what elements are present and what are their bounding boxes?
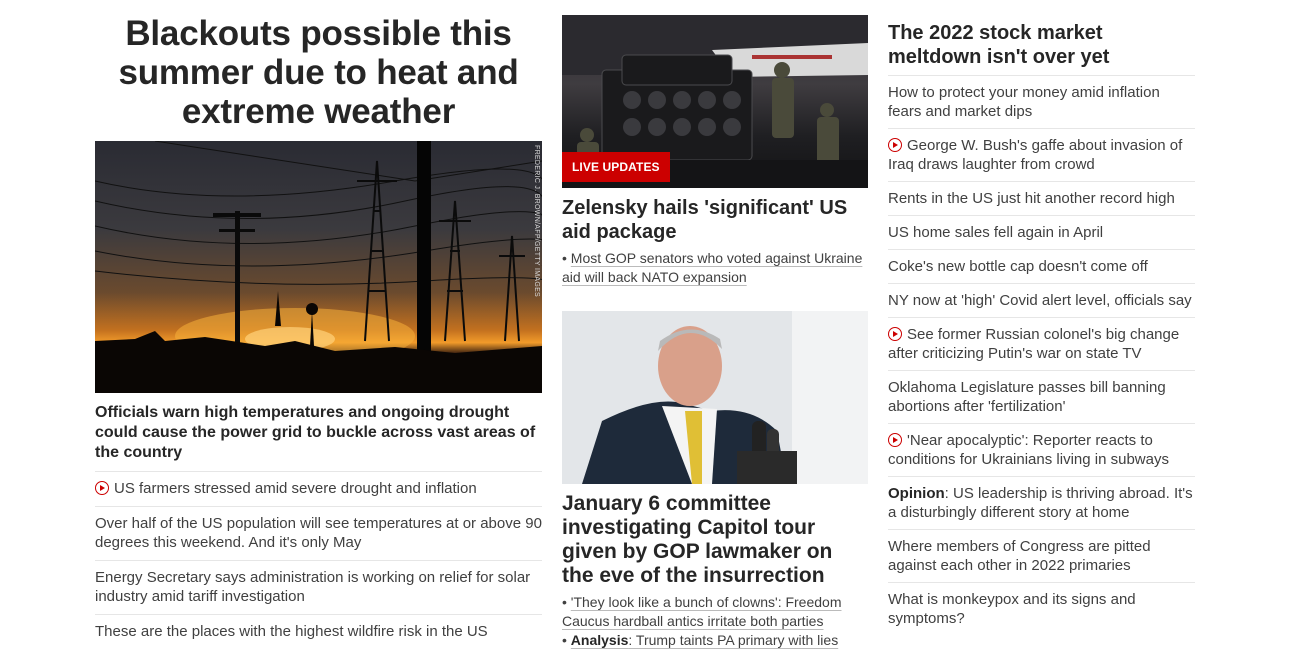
link-text[interactable]: Energy Secretary says administration is … — [95, 569, 530, 605]
play-circle-icon — [95, 481, 109, 495]
list-item[interactable]: George W. Bush's gaffe about invasion of… — [888, 128, 1195, 181]
link-text[interactable]: Where members of Congress are pitted aga… — [888, 538, 1151, 574]
lead-summary[interactable]: Officials warn high temperatures and ong… — [95, 403, 542, 463]
list-item[interactable]: Energy Secretary says administration is … — [95, 560, 542, 614]
link-text[interactable]: US home sales fell again in April — [888, 224, 1103, 241]
live-updates-badge[interactable]: LIVE UPDATES — [562, 152, 670, 182]
link-text[interactable]: How to protect your money amid inflation… — [888, 84, 1160, 120]
list-item[interactable]: Oklahoma Legislature passes bill banning… — [888, 370, 1195, 423]
link-text[interactable]: NY now at 'high' Covid alert level, offi… — [888, 292, 1192, 309]
lawmaker-image[interactable] — [562, 311, 868, 484]
list-item[interactable]: Rents in the US just hit another record … — [888, 181, 1195, 215]
secondary-stories-column: LIVE UPDATES Zelensky hails 'significant… — [562, 0, 868, 650]
story-bullet: • Most GOP senators who voted against Uk… — [562, 250, 863, 285]
analysis-label: Analysis — [570, 632, 629, 648]
list-item[interactable]: US farmers stressed amid severe drought … — [95, 471, 542, 506]
list-item[interactable]: Where members of Congress are pitted aga… — [888, 529, 1195, 582]
list-item[interactable]: Opinion: US leadership is thriving abroa… — [888, 476, 1195, 529]
list-item[interactable]: See former Russian colonel's big change … — [888, 317, 1195, 370]
main-headline[interactable]: Blackouts possible this summer due to he… — [95, 14, 542, 131]
play-circle-icon — [888, 327, 902, 341]
bullet-link[interactable]: Most GOP senators who voted against Ukra… — [562, 250, 862, 285]
main-story-column: Blackouts possible this summer due to he… — [95, 0, 542, 649]
link-text[interactable]: See former Russian colonel's big change … — [888, 326, 1179, 362]
link-text[interactable]: These are the places with the highest wi… — [95, 623, 488, 640]
link-text[interactable]: Coke's new bottle cap doesn't come off — [888, 258, 1148, 275]
story-bullet: • 'They look like a bunch of clowns': Fr… — [562, 594, 842, 629]
story-headline[interactable]: Zelensky hails 'significant' US aid pack… — [562, 196, 868, 244]
power-lines-sunset-image — [95, 141, 542, 393]
link-text[interactable]: Rents in the US just hit another record … — [888, 190, 1175, 207]
list-item[interactable]: These are the places with the highest wi… — [95, 614, 542, 649]
story-bullet: • Analysis: Trump taints PA primary with… — [562, 632, 839, 648]
list-item[interactable]: NY now at 'high' Covid alert level, offi… — [888, 283, 1195, 317]
opinion-label: Opinion — [888, 485, 945, 502]
list-item[interactable]: Coke's new bottle cap doesn't come off — [888, 249, 1195, 283]
list-item[interactable]: What is monkeypox and its signs and symp… — [888, 582, 1195, 635]
play-circle-icon — [888, 138, 902, 152]
related-links: US farmers stressed amid severe drought … — [95, 471, 542, 649]
ukraine-aid-image[interactable]: LIVE UPDATES — [562, 15, 868, 188]
link-text[interactable]: Oklahoma Legislature passes bill banning… — [888, 379, 1166, 415]
link-text[interactable]: Over half of the US population will see … — [95, 515, 542, 551]
photo-credit: FREDERIC J. BROWN/AFP/GETTY IMAGES — [533, 145, 540, 298]
hero-image[interactable]: FREDERIC J. BROWN/AFP/GETTY IMAGES — [95, 141, 542, 393]
list-item[interactable]: How to protect your money amid inflation… — [888, 75, 1195, 128]
link-text[interactable]: 'Near apocalyptic': Reporter reacts to c… — [888, 432, 1169, 468]
bullet-link[interactable]: Analysis: Trump taints PA primary with l… — [571, 632, 838, 648]
play-circle-icon — [888, 433, 902, 447]
list-item[interactable]: 'Near apocalyptic': Reporter reacts to c… — [888, 423, 1195, 476]
headline-list: How to protect your money amid inflation… — [888, 75, 1195, 635]
speaker-portrait-image — [562, 311, 868, 484]
markets-column: The 2022 stock market meltdown isn't ove… — [888, 0, 1195, 635]
story-headline[interactable]: January 6 committee investigating Capito… — [562, 492, 868, 588]
bullet-text: : Trump taints PA primary with lies — [628, 632, 839, 648]
link-text[interactable]: George W. Bush's gaffe about invasion of… — [888, 137, 1182, 173]
bullet-link[interactable]: 'They look like a bunch of clowns': Free… — [562, 594, 842, 629]
list-item[interactable]: Over half of the US population will see … — [95, 506, 542, 560]
column-headline[interactable]: The 2022 stock market meltdown isn't ove… — [888, 21, 1195, 69]
list-item[interactable]: US home sales fell again in April — [888, 215, 1195, 249]
link-text[interactable]: What is monkeypox and its signs and symp… — [888, 591, 1136, 627]
link-text[interactable]: US farmers stressed amid severe drought … — [114, 480, 477, 497]
